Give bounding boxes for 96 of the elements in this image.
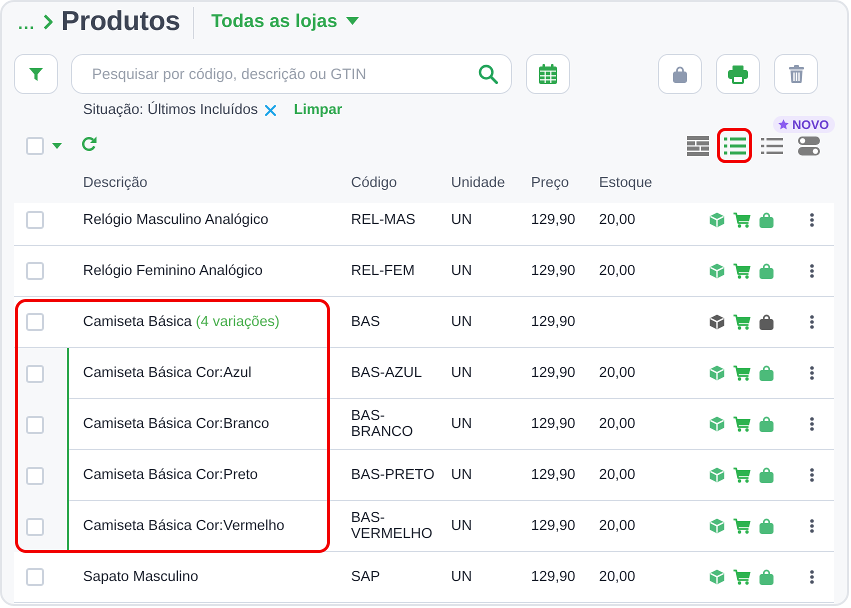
- breadcrumb-link[interactable]: ...: [18, 14, 36, 34]
- calendar-button[interactable]: [526, 54, 570, 94]
- search-icon: [478, 64, 498, 84]
- product-stock: 20,00: [599, 263, 636, 279]
- product-code: REL-FEM: [351, 263, 415, 279]
- more-options-button[interactable]: [810, 468, 814, 482]
- kebab-icon: [810, 366, 814, 380]
- product-price: 129,90: [531, 416, 576, 432]
- calendar-icon: [539, 64, 557, 84]
- product-code: BAS-BRANCO: [351, 408, 414, 440]
- product-code: BAS: [351, 314, 380, 330]
- variation-count: (4 variações): [196, 314, 280, 330]
- product-name: Camiseta Básica Cor:Vermelho: [83, 518, 284, 534]
- row-checkbox[interactable]: [26, 313, 44, 331]
- row-checkbox[interactable]: [26, 262, 44, 280]
- product-unit: UN: [451, 467, 472, 483]
- product-unit: UN: [451, 416, 472, 432]
- product-code: BAS-VERMELHO: [351, 510, 434, 542]
- product-unit: UN: [451, 518, 472, 534]
- column-header: Unidade: [451, 175, 506, 191]
- caret-icon: [346, 17, 360, 25]
- product-code: SAP: [351, 569, 380, 585]
- kebab-icon: [810, 417, 814, 431]
- product-stock: 20,00: [599, 569, 636, 585]
- row-checkbox[interactable]: [26, 364, 44, 382]
- product-price: 129,90: [531, 518, 576, 534]
- product-price: 129,90: [531, 365, 576, 381]
- remove-filter-button[interactable]: [264, 104, 276, 116]
- row-checkbox[interactable]: [26, 568, 44, 586]
- more-options-button[interactable]: [810, 570, 814, 584]
- view-mode-button[interactable]: [717, 128, 752, 163]
- product-stock: 20,00: [599, 212, 636, 228]
- more-options-button[interactable]: [810, 213, 814, 227]
- product-code: BAS-AZUL: [351, 365, 422, 381]
- product-name: Relógio Masculino Analógico: [83, 212, 268, 228]
- product-name: Relógio Feminino Analógico: [83, 263, 263, 279]
- product-name: Camiseta Básica Cor:Preto: [83, 467, 258, 483]
- refresh-button[interactable]: [81, 136, 97, 152]
- close-icon: [264, 104, 276, 116]
- row-checkbox[interactable]: [26, 416, 44, 434]
- product-stock: 20,00: [599, 518, 636, 534]
- more-options-button[interactable]: [810, 264, 814, 278]
- more-options-button[interactable]: [810, 366, 814, 380]
- column-header: Código: [351, 175, 398, 191]
- product-name: Camiseta Básica Cor:Azul: [83, 365, 252, 381]
- print-button[interactable]: [716, 54, 760, 94]
- product-unit: UN: [451, 314, 472, 330]
- select-all-checkbox[interactable]: [26, 136, 44, 154]
- product-unit: UN: [451, 569, 472, 585]
- product-price: 129,90: [531, 212, 576, 228]
- product-code: BAS-PRETO: [351, 467, 435, 483]
- column-header: Estoque: [599, 175, 654, 191]
- row-checkbox[interactable]: [26, 466, 44, 484]
- row-checkbox[interactable]: [26, 518, 44, 536]
- product-stock: 20,00: [599, 467, 636, 483]
- filter-button[interactable]: [14, 54, 58, 94]
- product-unit: UN: [451, 263, 472, 279]
- product-unit: UN: [451, 365, 472, 381]
- delete-button[interactable]: [774, 54, 818, 94]
- more-options-button[interactable]: [810, 519, 814, 533]
- more-options-button[interactable]: [810, 417, 814, 431]
- refresh-icon: [81, 136, 97, 152]
- star-icon: [778, 119, 790, 130]
- more-options-button[interactable]: [810, 315, 814, 329]
- clear-filters-link[interactable]: Limpar: [294, 102, 342, 118]
- selection-menu-button[interactable]: [52, 142, 62, 148]
- product-price: 129,90: [531, 314, 576, 330]
- kebab-icon: [810, 468, 814, 482]
- product-price: 129,90: [531, 569, 576, 585]
- product-unit: UN: [451, 212, 472, 228]
- caret-icon: [52, 142, 62, 148]
- bag-button[interactable]: [658, 54, 702, 94]
- product-stock: 20,00: [599, 365, 636, 381]
- product-price: 129,90: [531, 467, 576, 483]
- column-header: Preço: [531, 175, 570, 191]
- product-code: REL-MAS: [351, 212, 416, 228]
- filter-icon: [29, 68, 43, 80]
- kebab-icon: [810, 315, 814, 329]
- filter-chip-label: Situação: Últimos Incluídos: [83, 102, 258, 118]
- kebab-icon: [810, 264, 814, 278]
- chevron-icon: [43, 14, 54, 30]
- store-selector[interactable]: Todas as lojas: [211, 10, 360, 32]
- kebab-icon: [810, 570, 814, 584]
- product-name: Camiseta Básica Cor:Branco: [83, 416, 270, 432]
- search-field[interactable]: Pesquisar por código, descrição ou GTIN: [71, 54, 512, 94]
- product-price: 129,90: [531, 263, 576, 279]
- new-label: NOVO: [792, 118, 829, 132]
- row-checkbox[interactable]: [26, 211, 44, 229]
- search-input[interactable]: Pesquisar por código, descrição ou GTIN: [92, 66, 478, 82]
- page-title: Produtos: [61, 5, 180, 37]
- kebab-icon: [810, 519, 814, 533]
- product-name: Camiseta Básica: [83, 314, 192, 330]
- kebab-icon: [810, 213, 814, 227]
- column-header: Descrição: [82, 175, 148, 191]
- product-stock: 20,00: [599, 416, 636, 432]
- product-name: Sapato Masculino: [83, 569, 198, 585]
